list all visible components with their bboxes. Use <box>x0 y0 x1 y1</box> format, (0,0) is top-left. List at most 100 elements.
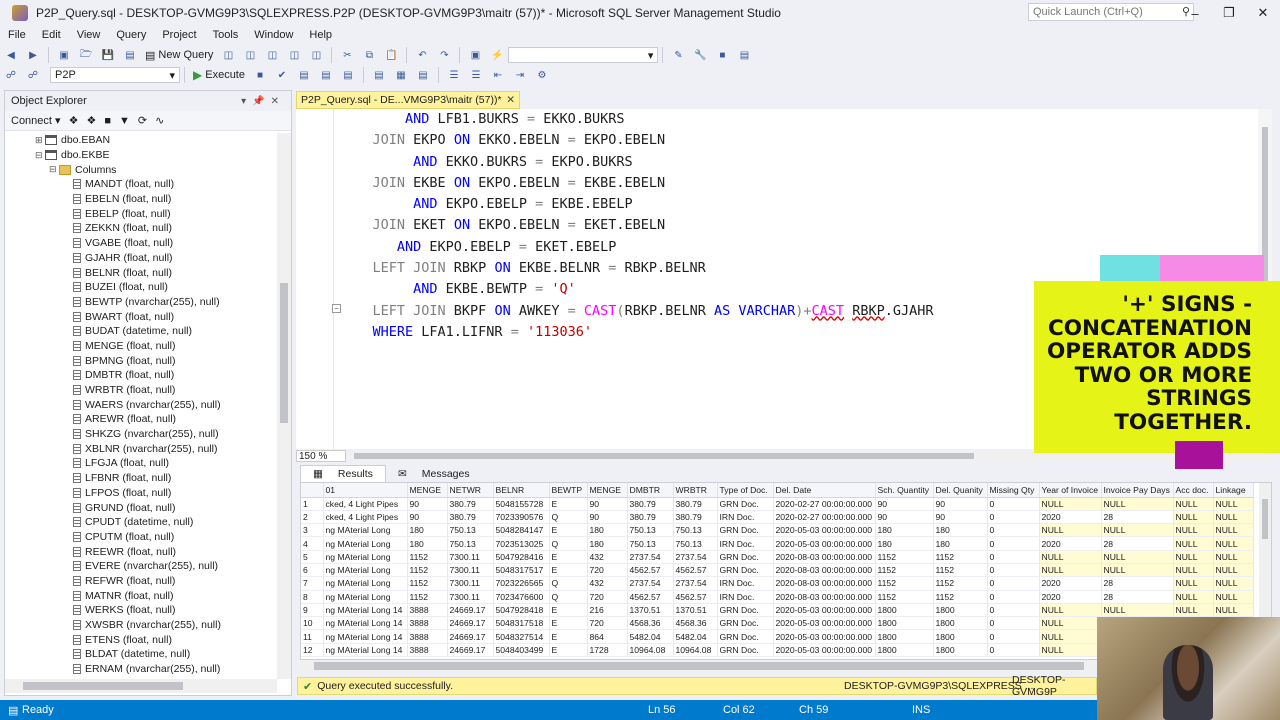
connect-icon[interactable]: ☍ <box>3 68 19 82</box>
table-cell[interactable]: 90 <box>875 510 934 525</box>
table-cell[interactable]: Q <box>549 590 588 604</box>
table-cell[interactable]: 180 <box>933 523 988 538</box>
table-cell[interactable]: 380.79 <box>627 497 674 511</box>
intellisense-icon[interactable]: ▤ <box>340 68 356 82</box>
zoom-dropdown[interactable]: 150 % <box>296 450 346 462</box>
table-cell[interactable]: 750.13 <box>447 536 494 551</box>
results-to-file-icon[interactable]: ▤ <box>415 68 431 82</box>
code-line[interactable]: JOIN EKPO ON EKKO.EBELN = EKPO.EBELN <box>340 130 934 151</box>
table-cell[interactable]: NULL <box>1173 603 1214 618</box>
table-cell[interactable]: 750.13 <box>627 523 674 538</box>
database-engine-query-icon[interactable]: ◫ <box>220 48 236 62</box>
table-cell[interactable]: 24669.17 <box>447 643 494 658</box>
code-line[interactable]: JOIN EKET ON EKPO.EBELN = EKET.EBELN <box>340 215 934 236</box>
row-number[interactable]: 10 <box>301 616 324 631</box>
table-cell[interactable]: 432 <box>587 576 628 591</box>
table-cell[interactable]: 3888 <box>407 616 448 631</box>
table-cell[interactable]: 720 <box>587 563 628 578</box>
table-cell[interactable]: 2020-05-03 00:00:00.000 <box>773 536 876 551</box>
back-icon[interactable]: ◀ <box>3 48 19 62</box>
table-cell[interactable]: 2020-08-03 00:00:00.000 <box>773 550 876 564</box>
table-cell[interactable]: 2020-05-03 00:00:00.000 <box>773 523 876 538</box>
menu-edit[interactable]: Edit <box>34 29 69 41</box>
table-cell[interactable]: E <box>549 523 588 538</box>
tree-node[interactable]: BWART (float, null) <box>5 309 277 324</box>
tree-node[interactable]: ⊞ dbo.EBAN <box>5 133 277 148</box>
column-header[interactable]: BELNR <box>493 483 550 498</box>
tree-node[interactable]: REEWR (float, null) <box>5 544 277 559</box>
menu-project[interactable]: Project <box>154 29 204 41</box>
open-file-icon[interactable]: 🗁 <box>78 48 94 62</box>
column-header[interactable]: NETWR <box>447 483 494 498</box>
table-cell[interactable]: NULL <box>1039 550 1102 564</box>
debug-icon[interactable]: ▣ <box>467 48 483 62</box>
tree-node[interactable]: WRBTR (float, null) <box>5 383 277 398</box>
table-row[interactable]: 1 cked, 4 Light Pipes 90 380.79 5048155728 E 9… <box>301 497 1254 511</box>
dmx-query-icon[interactable]: ◫ <box>264 48 280 62</box>
code-line[interactable]: AND EKBE.BEWTP = 'Q' <box>340 279 934 300</box>
table-cell[interactable]: 24669.17 <box>447 629 494 644</box>
column-header[interactable]: WRBTR <box>673 483 718 498</box>
collapse-icon[interactable]: ⊟ <box>49 164 59 175</box>
table-cell[interactable]: NULL <box>1173 550 1214 564</box>
table-cell[interactable]: GRN Doc. <box>717 563 774 578</box>
results-to-grid-icon[interactable]: ▦ <box>393 68 409 82</box>
table-cell[interactable]: 0 <box>987 497 1040 511</box>
tree-node[interactable]: LFGJA (float, null) <box>5 456 277 471</box>
table-cell[interactable]: 180 <box>875 536 934 551</box>
row-number[interactable]: 2 <box>301 510 324 525</box>
tree-node[interactable]: AREWR (float, null) <box>5 412 277 427</box>
table-cell[interactable]: 2020-05-03 00:00:00.000 <box>773 603 876 618</box>
table-cell[interactable]: 180 <box>587 536 628 551</box>
dropdown-icon[interactable]: ▾ <box>241 96 252 107</box>
table-cell[interactable]: 90 <box>933 497 988 511</box>
table-cell[interactable]: IRN Doc. <box>717 590 774 604</box>
table-cell[interactable]: ng MAterial Long <box>323 523 408 538</box>
table-cell[interactable]: 1152 <box>933 563 988 578</box>
table-cell[interactable]: 180 <box>407 523 448 538</box>
table-cell[interactable]: cked, 4 Light Pipes <box>323 497 408 511</box>
tree-node[interactable]: XWSBR (nvarchar(255), null) <box>5 618 277 633</box>
table-cell[interactable]: NULL <box>1213 550 1254 564</box>
tree-node[interactable]: WERKS (float, null) <box>5 603 277 618</box>
table-cell[interactable]: 10964.08 <box>627 643 674 658</box>
disconnect-icon[interactable]: ☍ <box>25 68 41 82</box>
table-row[interactable]: 8 ng MAterial Long 1152 7300.11 7023476600 Q 7… <box>301 590 1254 604</box>
tree-node[interactable]: BEWTP (nvarchar(255), null) <box>5 295 277 310</box>
table-cell[interactable]: 90 <box>407 497 448 511</box>
object-explorer-horizontal-scrollbar[interactable] <box>5 679 277 693</box>
tree-node[interactable]: BUZEI (float, null) <box>5 280 277 295</box>
table-cell[interactable]: 1800 <box>875 643 934 658</box>
table-cell[interactable]: NULL <box>1173 497 1214 511</box>
table-cell[interactable]: 5048317517 <box>493 563 550 578</box>
copy-icon[interactable]: ⧉ <box>361 48 377 62</box>
table-row[interactable]: 2 cked, 4 Light Pipes 90 380.79 7023390576 Q 9… <box>301 510 1254 525</box>
menu-help[interactable]: Help <box>301 29 340 41</box>
table-cell[interactable]: NULL <box>1039 523 1102 538</box>
table-cell[interactable]: NULL <box>1039 629 1102 644</box>
column-header[interactable]: Year of Invoice <box>1039 483 1102 498</box>
xmla-query-icon[interactable]: ◫ <box>286 48 302 62</box>
column-header[interactable]: Missing Qty <box>987 483 1040 498</box>
table-cell[interactable]: 380.79 <box>673 497 718 511</box>
row-number[interactable]: 5 <box>301 550 324 564</box>
code-line[interactable]: WHERE LFA1.LIFNR = '113036' <box>340 322 934 343</box>
quick-launch-input[interactable]: Quick Launch (Ctrl+Q) ⚲ <box>1028 3 1194 21</box>
table-cell[interactable]: 2020-02-27 00:00:00.000 <box>773 497 876 511</box>
table-cell[interactable]: 3888 <box>407 629 448 644</box>
table-cell[interactable]: Q <box>549 536 588 551</box>
table-cell[interactable]: 380.79 <box>627 510 674 525</box>
table-cell[interactable]: ng MAterial Long 14 <box>323 629 408 644</box>
tree-node[interactable]: MENGE (float, null) <box>5 339 277 354</box>
column-header[interactable]: 01 <box>323 483 408 498</box>
table-cell[interactable]: 2020 <box>1039 576 1102 591</box>
table-cell[interactable]: E <box>549 643 588 658</box>
cut-icon[interactable]: ✂ <box>339 48 355 62</box>
table-cell[interactable]: 5048403499 <box>493 643 550 658</box>
table-cell[interactable]: 1800 <box>933 629 988 644</box>
tree-node[interactable]: ERNAM (nvarchar(255), null) <box>5 662 277 677</box>
table-cell[interactable]: 180 <box>933 536 988 551</box>
table-cell[interactable]: 4568.36 <box>627 616 674 631</box>
table-cell[interactable]: 5047928418 <box>493 603 550 618</box>
code-line[interactable]: AND EKPO.EBELP = EKBE.EBELP <box>340 194 934 215</box>
